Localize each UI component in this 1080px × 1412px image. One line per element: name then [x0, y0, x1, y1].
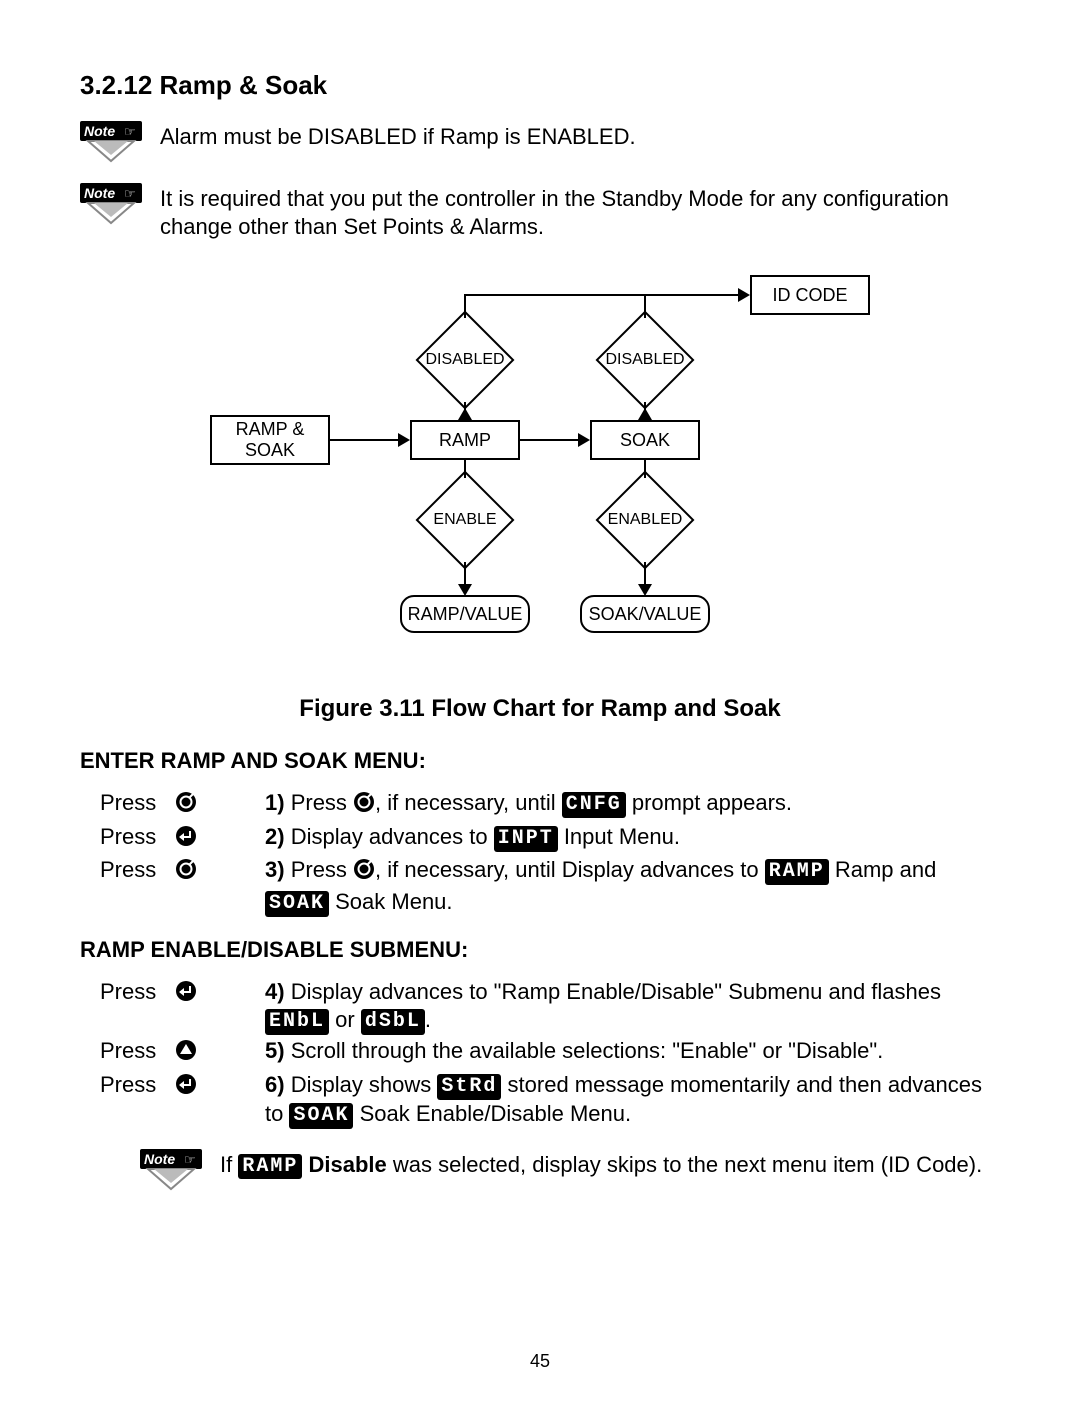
note-text: If RAMP Disable was selected, display sk… — [220, 1149, 982, 1179]
manual-page: 3.2.12 Ramp & Soak Alarm must be DISABLE… — [0, 0, 1080, 1412]
note-icon — [80, 183, 142, 225]
press-text: Press — [100, 790, 156, 815]
menu-button-icon — [353, 858, 375, 888]
step-4: Press 4) Display advances to "Ramp Enabl… — [80, 978, 1000, 1036]
step-text: Display advances to — [291, 824, 494, 849]
display-code: dSbL — [361, 1009, 425, 1035]
display-code: INPT — [494, 826, 558, 852]
subheading-ramp-submenu: RAMP ENABLE/DISABLE SUBMENU: — [80, 937, 1000, 963]
note-part: was selected, display skips to the next … — [387, 1152, 982, 1177]
step-text: Scroll through the available selections:… — [291, 1038, 884, 1063]
subheading-enter-menu: ENTER RAMP AND SOAK MENU: — [80, 748, 1000, 774]
step-text: , if necessary, until — [375, 790, 562, 815]
display-code: ENbL — [265, 1009, 329, 1035]
fc-label: DISABLED — [605, 351, 684, 369]
section-title: 3.2.12 Ramp & Soak — [80, 70, 1000, 101]
step-number: 4) — [265, 979, 285, 1004]
fc-label: DISABLED — [425, 351, 504, 369]
enter-button-icon — [175, 1073, 197, 1103]
step-text: Input Menu. — [558, 824, 680, 849]
step-text: Press — [291, 857, 353, 882]
note-text: Alarm must be DISABLED if Ramp is ENABLE… — [160, 121, 636, 151]
note-2: It is required that you put the controll… — [80, 183, 1000, 240]
step-6: Press 6) Display shows StRd stored messa… — [80, 1071, 1000, 1129]
note-bold: Disable — [302, 1152, 386, 1177]
menu-button-icon — [175, 858, 197, 888]
figure-caption: Figure 3.11 Flow Chart for Ramp and Soak — [80, 695, 1000, 723]
enter-button-icon — [175, 825, 197, 855]
fc-ramp-soak: RAMP & SOAK — [210, 415, 330, 465]
step-text: , if necessary, until Display advances t… — [375, 857, 765, 882]
press-label: Press — [80, 1037, 265, 1069]
note-1: Alarm must be DISABLED if Ramp is ENABLE… — [80, 121, 1000, 163]
step-5: Press 5) Scroll through the available se… — [80, 1037, 1000, 1069]
step-text: Display shows — [291, 1072, 438, 1097]
note-3: If RAMP Disable was selected, display sk… — [80, 1149, 1000, 1191]
note-icon — [80, 121, 142, 163]
display-code: SOAK — [265, 891, 329, 917]
press-text: Press — [100, 857, 156, 882]
display-code: StRd — [437, 1074, 501, 1100]
step-text: . — [425, 1007, 431, 1032]
press-label: Press — [80, 978, 265, 1036]
fc-label: ENABLED — [608, 511, 683, 529]
step-text: Soak Menu. — [329, 889, 453, 914]
fc-soak-disabled: DISABLED — [610, 325, 680, 395]
flowchart: RAMP & SOAK RAMP SOAK ID CODE DISABLED D… — [190, 260, 890, 680]
step-text: prompt appears. — [626, 790, 792, 815]
step-number: 1) — [265, 790, 285, 815]
press-text: Press — [100, 824, 156, 849]
fc-soak-value: SOAK/VALUE — [580, 595, 710, 633]
step-number: 2) — [265, 824, 285, 849]
display-code: CNFG — [562, 792, 626, 818]
note-icon — [140, 1149, 202, 1191]
fc-ramp-disabled: DISABLED — [430, 325, 500, 395]
step-text: or — [329, 1007, 361, 1032]
step-number: 3) — [265, 857, 285, 882]
press-text: Press — [100, 979, 156, 1004]
display-code: RAMP — [765, 859, 829, 885]
step-number: 5) — [265, 1038, 285, 1063]
step-text: Press — [291, 790, 353, 815]
step-text: Soak Enable/Disable Menu. — [353, 1101, 631, 1126]
fc-label: ENABLE — [433, 511, 496, 529]
up-button-icon — [175, 1039, 197, 1069]
press-label: Press — [80, 789, 265, 821]
fc-ramp-value: RAMP/VALUE — [400, 595, 530, 633]
fc-id-code: ID CODE — [750, 275, 870, 315]
fc-soak: SOAK — [590, 420, 700, 460]
step-text: Display advances to "Ramp Enable/Disable… — [291, 979, 941, 1004]
press-label: Press — [80, 856, 265, 917]
fc-ramp-enable: ENABLE — [430, 485, 500, 555]
step-3: Press 3) Press , if necessary, until Dis… — [80, 856, 1000, 917]
note-part: If — [220, 1152, 238, 1177]
menu-button-icon — [175, 791, 197, 821]
press-text: Press — [100, 1038, 156, 1063]
step-number: 6) — [265, 1072, 285, 1097]
press-text: Press — [100, 1072, 156, 1097]
fc-soak-enabled: ENABLED — [610, 485, 680, 555]
menu-button-icon — [353, 791, 375, 821]
page-number: 45 — [0, 1351, 1080, 1372]
step-1: Press 1) Press , if necessary, until CNF… — [80, 789, 1000, 821]
note-text: It is required that you put the controll… — [160, 183, 1000, 240]
display-code: RAMP — [238, 1154, 302, 1179]
press-label: Press — [80, 823, 265, 855]
fc-ramp: RAMP — [410, 420, 520, 460]
step-2: Press 2) Display advances to INPT Input … — [80, 823, 1000, 855]
display-code: SOAK — [289, 1103, 353, 1129]
step-text: Ramp and — [829, 857, 937, 882]
enter-button-icon — [175, 980, 197, 1010]
press-label: Press — [80, 1071, 265, 1129]
